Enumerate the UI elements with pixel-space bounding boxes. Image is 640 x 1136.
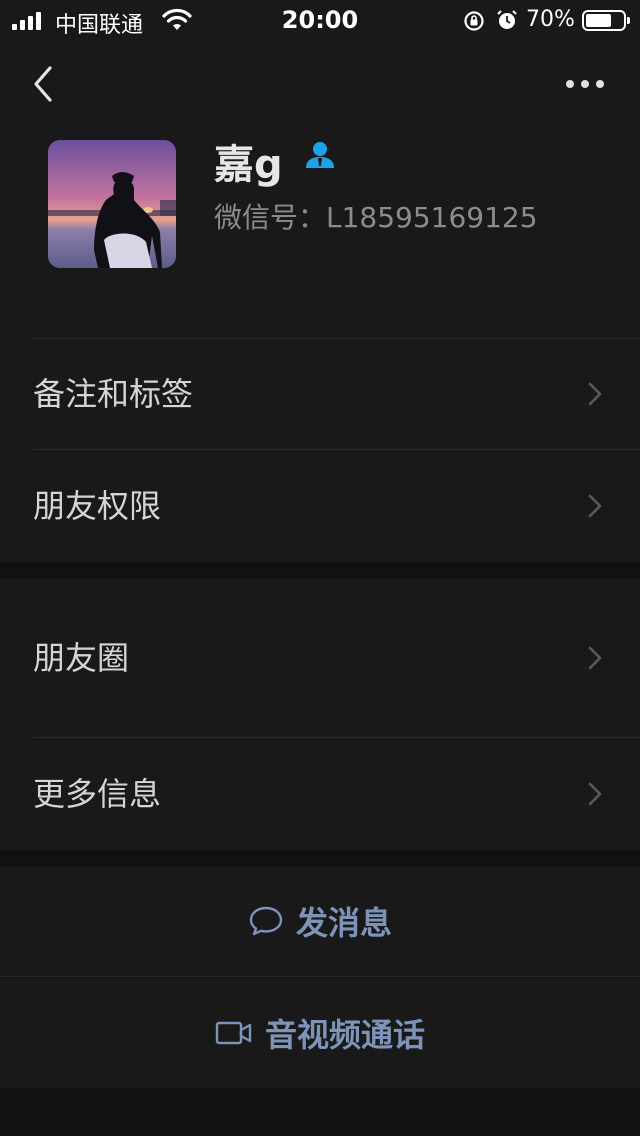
profile-name: 嘉g — [214, 142, 283, 188]
status-bar: 中国联通 20:00 70% — [0, 0, 640, 40]
send-message-button[interactable]: 发消息 — [0, 866, 640, 976]
battery-icon — [582, 10, 630, 31]
video-call-label: 音视频通话 — [264, 1016, 425, 1054]
menu-group-1: 备注和标签 朋友权限 — [0, 338, 640, 562]
menu-row-label: 朋友权限 — [33, 487, 162, 525]
profile-header: 嘉g 微信号：L18595169125 — [0, 40, 640, 338]
menu-row-more-info[interactable]: 更多信息 — [0, 738, 640, 850]
menu-row-friend-permissions[interactable]: 朋友权限 — [0, 450, 640, 562]
contact-icon — [306, 142, 334, 168]
battery-fill — [586, 14, 611, 27]
more-icon[interactable] — [560, 74, 610, 94]
menu-row-label: 朋友圈 — [33, 639, 130, 677]
menu-row-label: 备注和标签 — [33, 375, 194, 413]
send-message-label: 发消息 — [295, 904, 392, 942]
menu-row-moments[interactable]: 朋友圈 — [0, 578, 640, 738]
menu-row-label: 更多信息 — [33, 775, 162, 813]
chevron-right-icon — [588, 782, 602, 806]
menu-group-2: 朋友圈 更多信息 — [0, 578, 640, 850]
chat-bubble-icon — [249, 906, 283, 936]
video-camera-icon — [215, 1021, 252, 1045]
action-divider — [0, 976, 640, 977]
alarm-icon — [497, 10, 517, 29]
chevron-right-icon — [588, 382, 602, 406]
battery-percent: 70% — [526, 7, 575, 32]
chevron-right-icon — [588, 494, 602, 518]
orientation-lock-icon — [464, 11, 484, 31]
avatar[interactable] — [48, 140, 176, 268]
avatar-image — [48, 140, 176, 268]
chevron-right-icon — [588, 646, 602, 670]
menu-row-remarks-tags[interactable]: 备注和标签 — [0, 338, 640, 450]
wechat-id: 微信号：L18595169125 — [214, 201, 538, 234]
back-icon[interactable] — [26, 62, 60, 106]
video-call-button[interactable]: 音视频通话 — [0, 978, 640, 1088]
